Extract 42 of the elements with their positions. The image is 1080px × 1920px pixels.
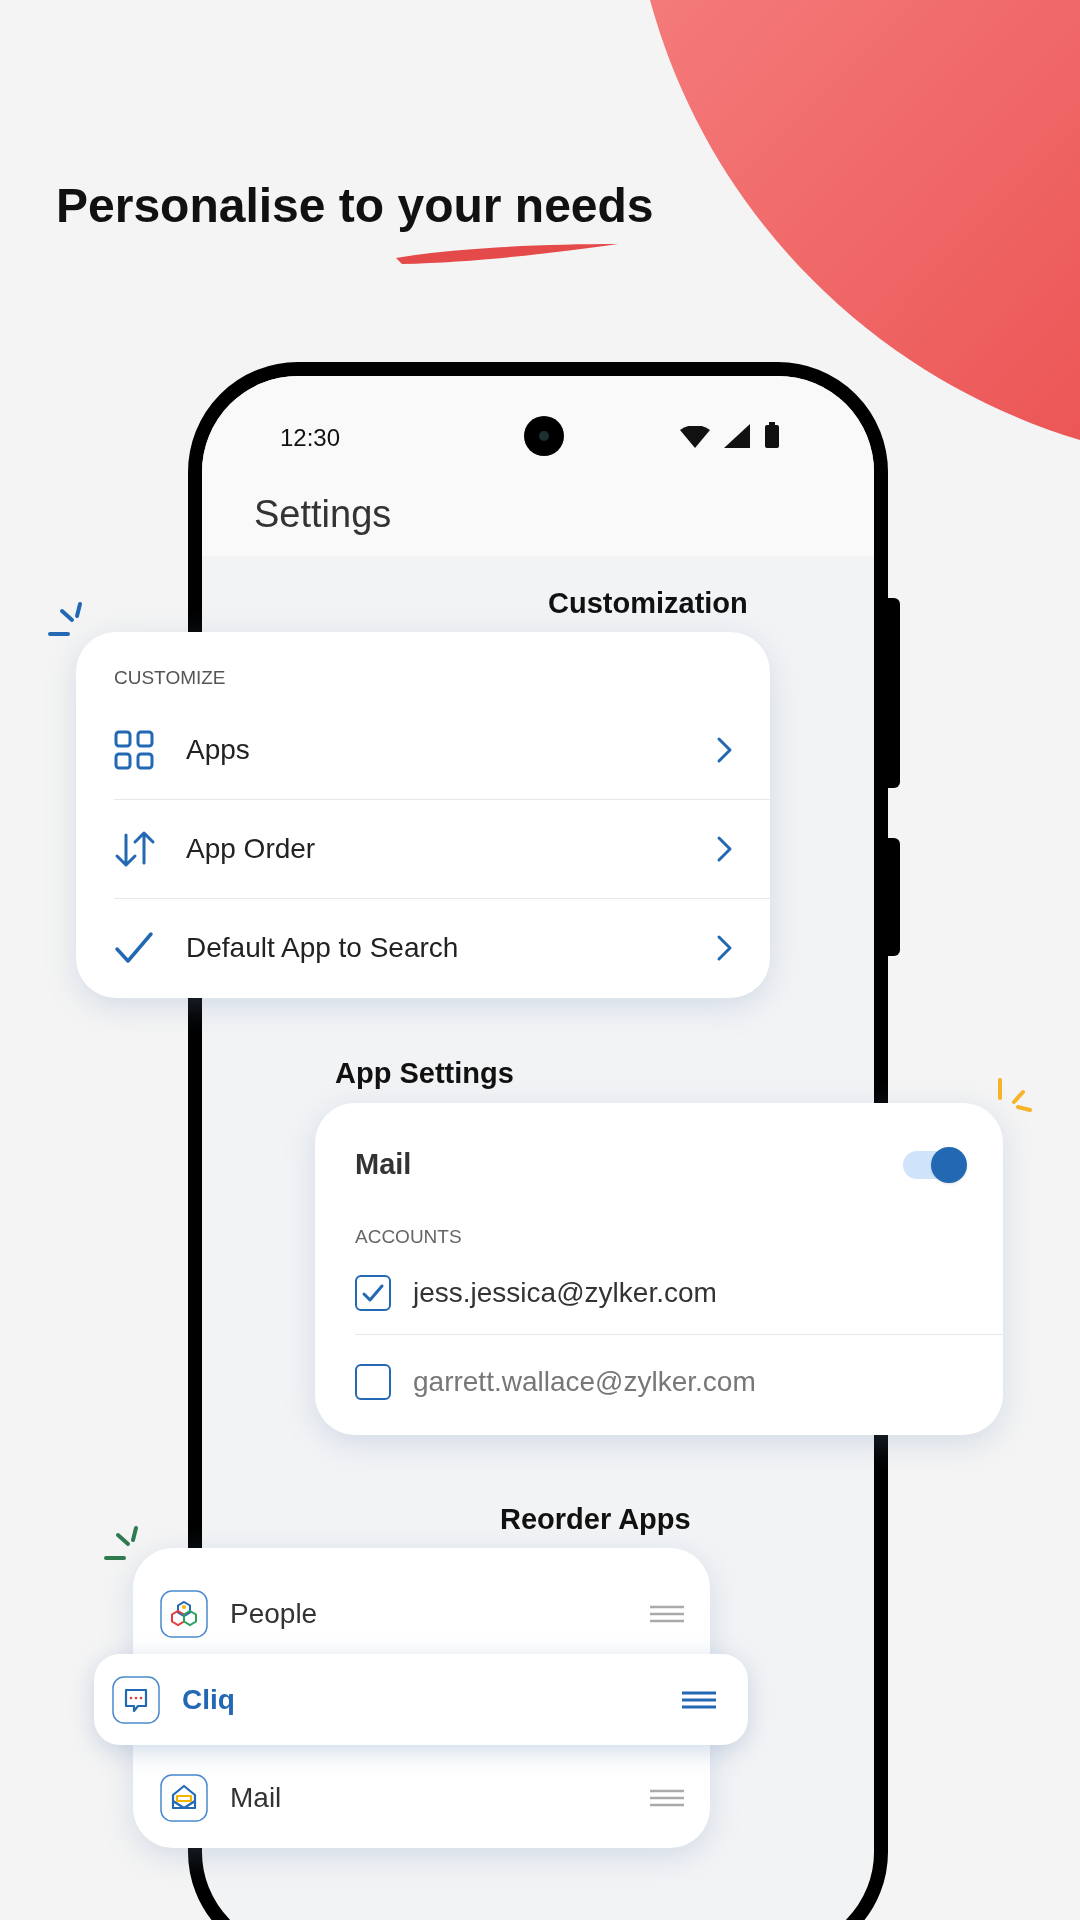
row-label: Default App to Search (186, 931, 460, 965)
app-name: Mail (230, 1781, 283, 1815)
screen-title: Settings (254, 492, 392, 537)
settings-row[interactable]: Default App to Search (114, 898, 770, 998)
status-time: 12:30 (280, 423, 341, 453)
drag-handle-icon[interactable] (650, 1605, 684, 1623)
check-icon (361, 1282, 385, 1303)
row-label: App Order (186, 831, 317, 866)
card-title: Mail (355, 1147, 412, 1182)
section-heading: App Settings (335, 1056, 514, 1091)
battery-icon (764, 422, 780, 448)
app-icon (160, 1590, 208, 1638)
section-heading: Customization (548, 586, 748, 621)
reorder-item[interactable]: People (160, 1584, 684, 1644)
reorder-item[interactable]: Cliq (94, 1654, 748, 1745)
settings-row[interactable]: Apps (114, 700, 770, 800)
drag-handle-icon[interactable] (650, 1789, 684, 1807)
checkbox[interactable] (355, 1274, 391, 1311)
app-name: Cliq (182, 1682, 236, 1717)
headline: Personalise to your needs (56, 178, 654, 234)
checkmark-icon (114, 931, 154, 965)
camera-icon (524, 416, 564, 456)
chevron-right-icon (716, 735, 734, 764)
app-name: People (230, 1597, 319, 1631)
settings-row[interactable]: App Order (114, 799, 770, 899)
app-icon (160, 1774, 208, 1822)
chevron-right-icon (716, 834, 734, 863)
wifi-icon (680, 426, 710, 448)
checkbox[interactable] (355, 1364, 391, 1400)
drag-handle-icon[interactable] (682, 1690, 716, 1709)
card-header: CUSTOMIZE (114, 666, 227, 690)
row-label: Apps (186, 732, 251, 767)
chevron-right-icon (716, 934, 734, 962)
toggle-switch[interactable] (903, 1146, 967, 1183)
app-icon (112, 1675, 160, 1724)
section-heading: Reorder Apps (500, 1502, 691, 1537)
reorder-item[interactable]: Mail (160, 1768, 684, 1828)
account-email: jess.jessica@zylker.com (413, 1275, 717, 1310)
signal-icon (724, 424, 750, 448)
account-email: garrett.wallace@zylker.com (413, 1365, 756, 1399)
accounts-header: ACCOUNTS (355, 1224, 463, 1249)
grid-icon (114, 729, 154, 770)
